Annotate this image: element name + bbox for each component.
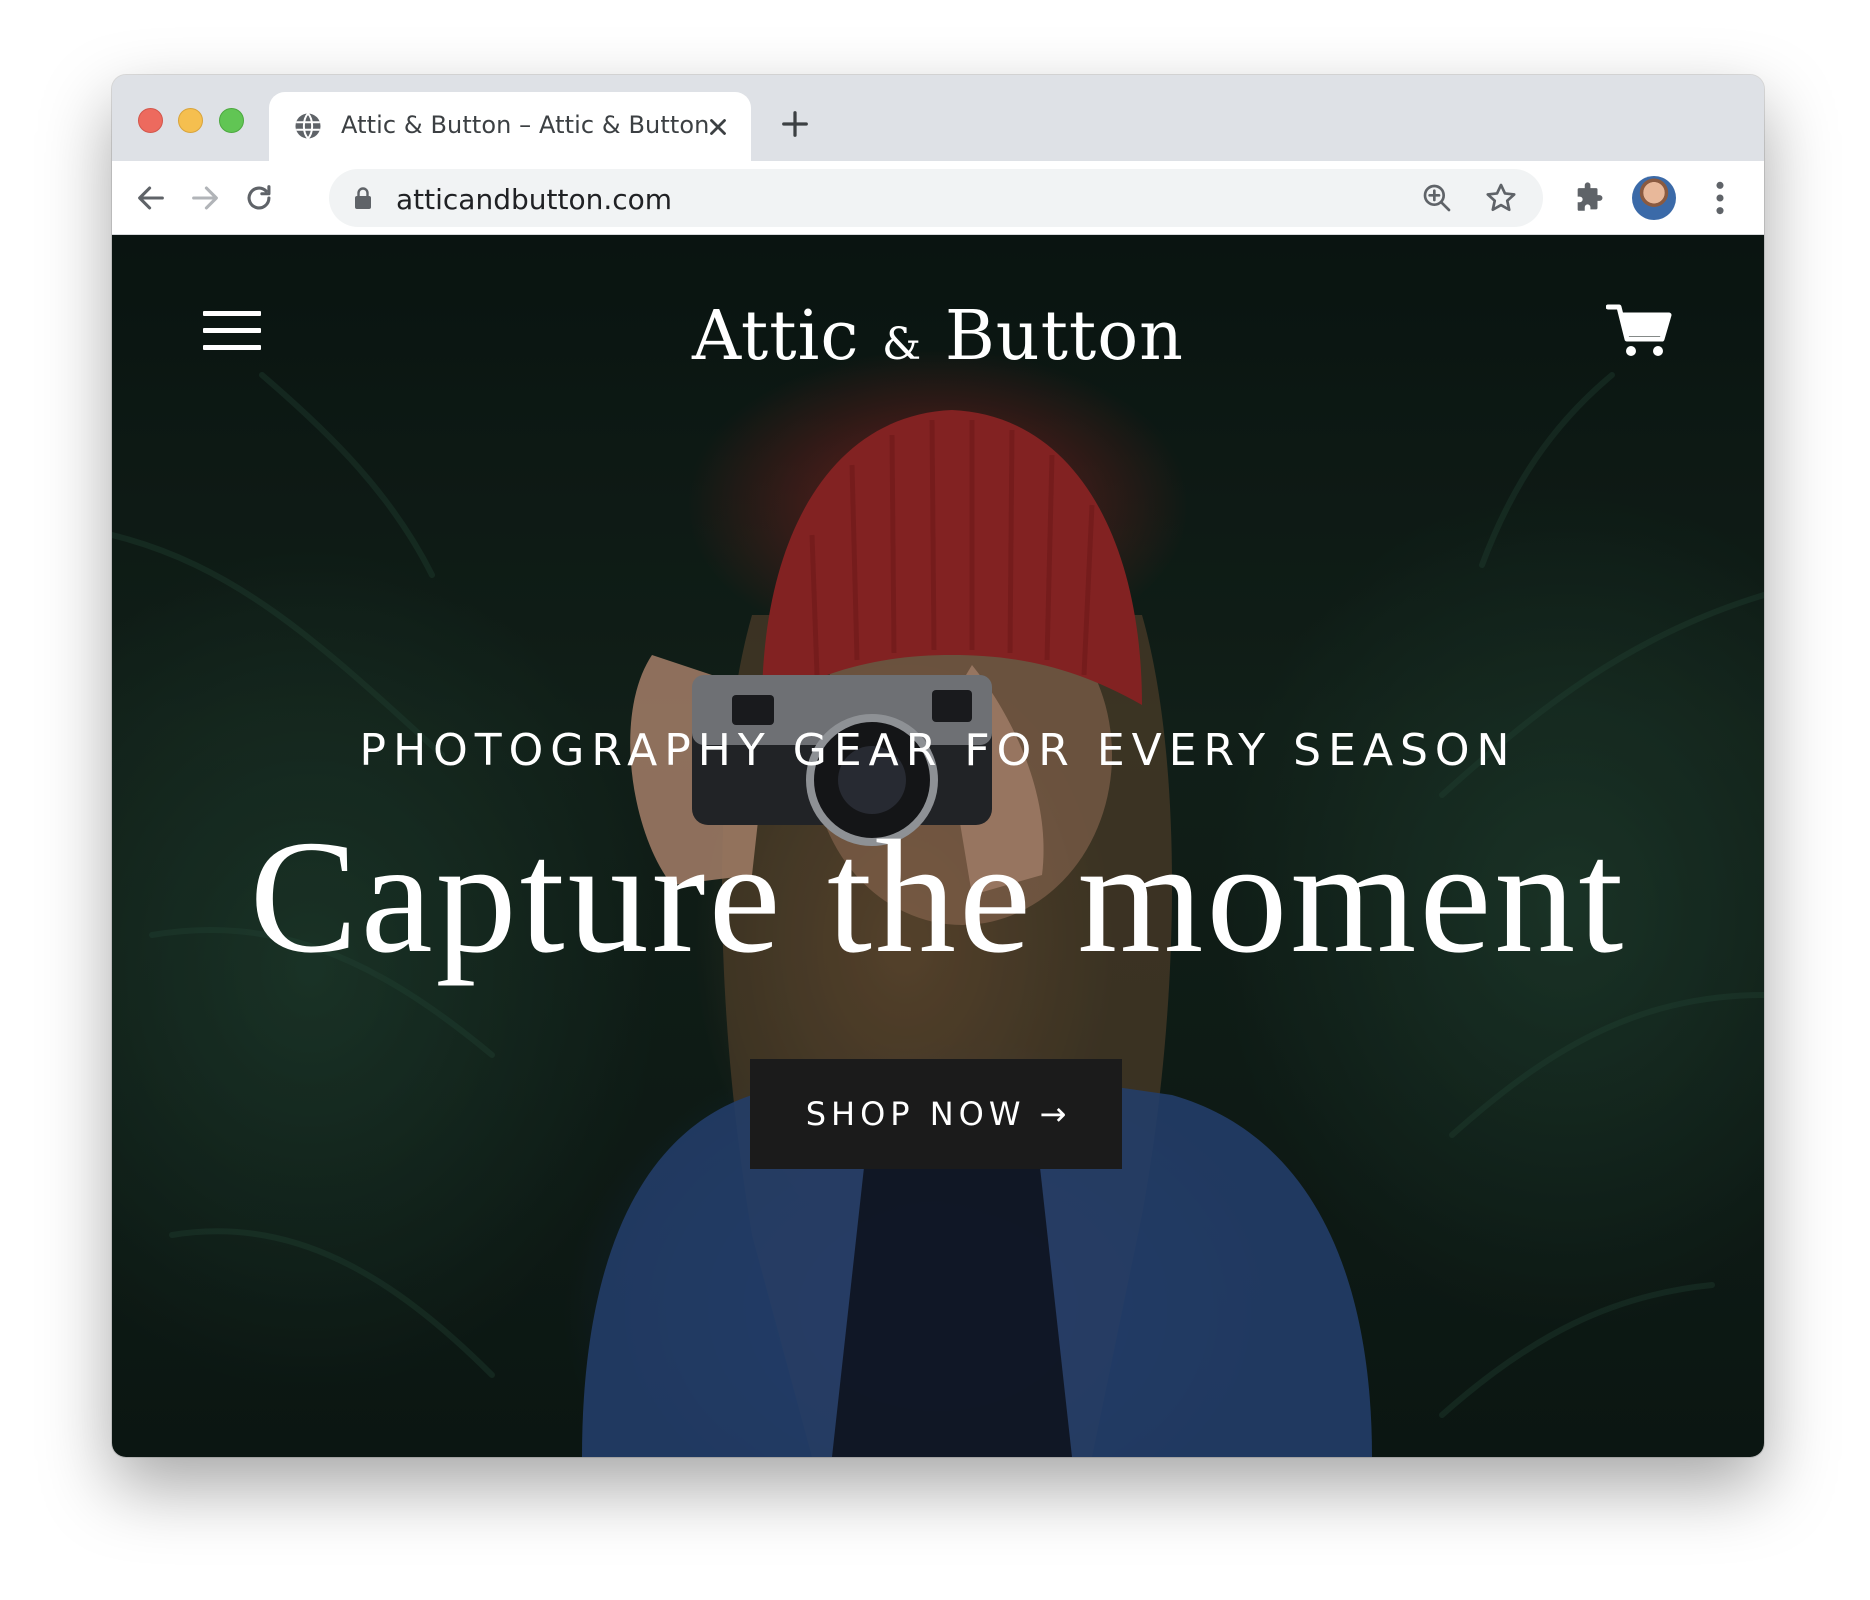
hero-headline: Capture the moment: [249, 808, 1627, 987]
close-window-button[interactable]: [138, 108, 163, 133]
reload-icon[interactable]: [242, 181, 276, 215]
cart-icon[interactable]: [1606, 303, 1672, 359]
browser-window: Attic & Button – Attic & Button atticand…: [112, 75, 1764, 1457]
shop-now-button[interactable]: SHOP NOW →: [750, 1059, 1122, 1169]
browser-toolbar: atticandbutton.com: [112, 161, 1764, 235]
back-arrow-icon[interactable]: [134, 181, 168, 215]
maximize-window-button[interactable]: [219, 108, 244, 133]
site-logo[interactable]: Attic & Button: [112, 297, 1764, 376]
web-page: Attic & Button PHOTOGRAPHY GEAR FOR EVER…: [112, 235, 1764, 1457]
new-tab-icon[interactable]: [780, 109, 810, 139]
zoom-in-icon[interactable]: [1421, 182, 1453, 214]
close-icon[interactable]: [705, 114, 731, 140]
minimize-window-button[interactable]: [178, 108, 203, 133]
forward-arrow-icon[interactable]: [188, 181, 222, 215]
star-icon[interactable]: [1484, 181, 1518, 215]
browser-tab-active[interactable]: Attic & Button – Attic & Button: [269, 92, 751, 161]
profile-avatar[interactable]: [1632, 176, 1676, 220]
hero-kicker: PHOTOGRAPHY GEAR FOR EVERY SEASON: [359, 725, 1517, 776]
url-text[interactable]: atticandbutton.com: [396, 183, 672, 216]
shop-now-label: SHOP NOW: [805, 1095, 1026, 1133]
brand-name-first: Attic: [692, 297, 860, 376]
arrow-right-icon: →: [1039, 1095, 1067, 1133]
kebab-menu-icon[interactable]: [1710, 179, 1730, 217]
puzzle-icon[interactable]: [1572, 181, 1606, 215]
globe-icon: [295, 112, 321, 140]
lock-icon[interactable]: [353, 186, 373, 210]
brand-name-second: Button: [944, 297, 1184, 376]
address-bar[interactable]: atticandbutton.com: [329, 169, 1543, 227]
brand-ampersand: &: [882, 319, 923, 370]
tab-title: Attic & Button – Attic & Button: [341, 111, 710, 139]
tab-strip: Attic & Button – Attic & Button: [112, 75, 1764, 161]
